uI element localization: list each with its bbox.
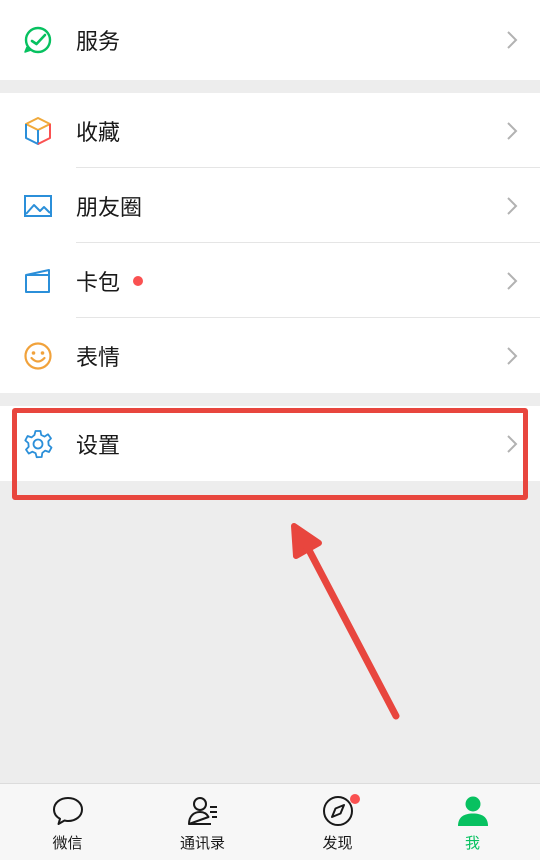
tab-me-label: 我 — [464, 834, 480, 852]
menu-item-stickers-label: 表情 — [76, 345, 121, 371]
contacts-icon — [187, 797, 217, 825]
tab-discover[interactable]: 发现 — [270, 784, 405, 860]
services-group: 服务 — [0, 0, 540, 80]
chevron-right-icon — [507, 271, 518, 290]
notification-badge — [350, 794, 360, 804]
tab-discover-label: 发现 — [322, 834, 353, 852]
tab-chats-label: 微信 — [52, 834, 83, 852]
menu-item-moments-label: 朋友圈 — [76, 195, 143, 221]
services-check-icon — [24, 26, 52, 54]
chat-bubble-icon — [52, 797, 83, 825]
menu-item-services[interactable]: 服务 — [0, 0, 540, 80]
chevron-right-icon — [507, 31, 518, 49]
menu-item-moments[interactable]: 朋友圈 — [0, 168, 540, 243]
smiley-icon — [24, 341, 52, 370]
tab-bar: 微信 通讯录 发现 我 — [0, 783, 540, 860]
menu-item-cards-label: 卡包 — [76, 270, 121, 296]
chevron-right-icon — [507, 346, 518, 365]
cube-icon — [25, 116, 51, 145]
features-group: 收藏 朋友圈 卡包 表情 — [0, 93, 540, 393]
menu-item-stickers[interactable]: 表情 — [0, 318, 540, 393]
tab-me[interactable]: 我 — [405, 784, 540, 860]
tab-contacts-label: 通讯录 — [179, 834, 225, 852]
menu-item-cards[interactable]: 卡包 — [0, 243, 540, 318]
tab-chats[interactable]: 微信 — [0, 784, 135, 860]
notification-badge — [133, 275, 143, 286]
highlight-box — [12, 408, 528, 500]
wallet-card-icon — [25, 268, 50, 293]
menu-item-favorites[interactable]: 收藏 — [0, 93, 540, 168]
tab-contacts[interactable]: 通讯录 — [135, 784, 270, 860]
menu-item-favorites-label: 收藏 — [76, 120, 121, 146]
chevron-right-icon — [507, 121, 518, 140]
picture-icon — [24, 194, 52, 217]
menu-item-services-label: 服务 — [76, 30, 121, 55]
person-icon — [457, 796, 488, 826]
chevron-right-icon — [507, 196, 518, 215]
